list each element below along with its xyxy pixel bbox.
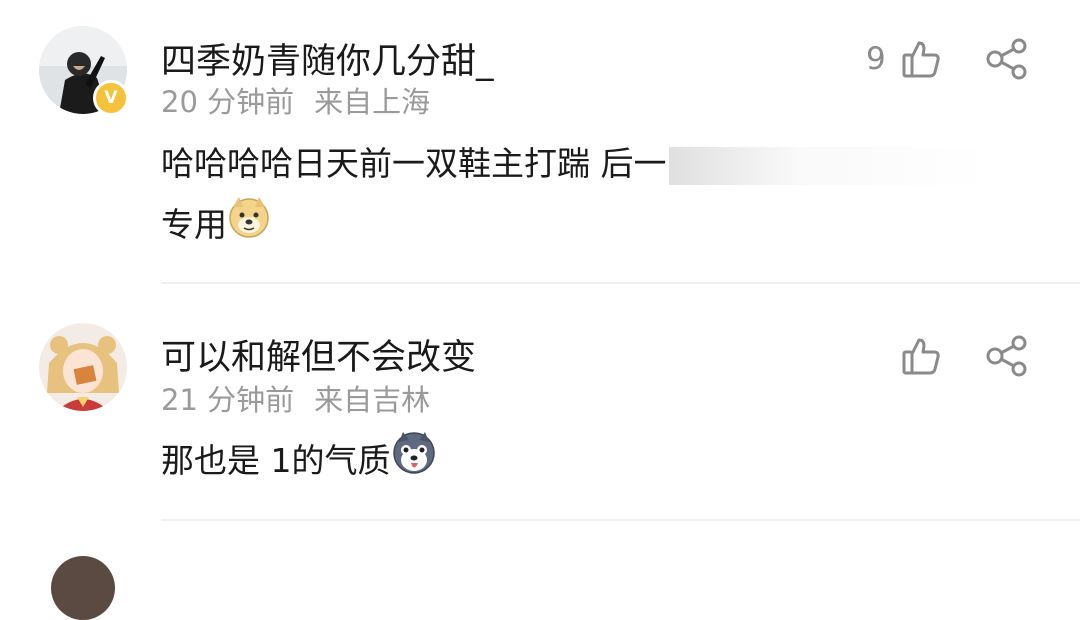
- comment-meta: 20 分钟前 来自上海: [161, 79, 430, 121]
- comment-content: 那也是 1的气质: [161, 430, 437, 495]
- avatar[interactable]: V: [39, 26, 129, 116]
- thumbs-up-icon: [902, 338, 940, 375]
- avatar[interactable]: [51, 556, 115, 620]
- comment-location: 来自吉林: [314, 383, 431, 417]
- avatar-image: [51, 556, 115, 620]
- thumbs-up-icon: [902, 41, 940, 78]
- username[interactable]: 四季奶青随你几分甜_: [161, 33, 494, 84]
- share-button[interactable]: [985, 38, 1031, 84]
- comment-time: 21 分钟前: [161, 383, 295, 417]
- comment-content-line2: 专用: [161, 195, 271, 258]
- doge-emoji-icon: [227, 195, 271, 258]
- avatar[interactable]: [39, 323, 127, 411]
- like-button[interactable]: [900, 335, 942, 381]
- comment-content: 哈哈哈哈日天前一双鞋主打踹 后一: [161, 134, 989, 194]
- divider: [161, 519, 1080, 521]
- verified-badge-icon: V: [93, 80, 129, 116]
- comment-text: 哈哈哈哈日天前一双鞋主打踹 后一: [161, 144, 667, 183]
- comment-item: V 四季奶青随你几分甜_ 20 分钟前 来自上海 9 哈哈哈哈日天前一双鞋主打踹 …: [0, 0, 1080, 284]
- share-icon: [986, 38, 1027, 80]
- comment-time: 20 分钟前: [161, 85, 295, 119]
- comment-location: 来自上海: [314, 85, 431, 119]
- share-icon: [986, 335, 1027, 377]
- blurred-region: [668, 146, 989, 185]
- comment-item: 可以和解但不会改变 21 分钟前 来自吉林 那也是 1的气质: [0, 284, 1080, 520]
- username[interactable]: 可以和解但不会改变: [161, 329, 476, 380]
- avatar-image: [39, 323, 127, 411]
- share-button[interactable]: [985, 335, 1031, 381]
- comment-text: 那也是 1的气质: [161, 441, 391, 480]
- like-count: 9: [866, 41, 886, 77]
- like-button[interactable]: [900, 38, 942, 84]
- comment-text: 专用: [161, 205, 227, 244]
- comment-meta: 21 分钟前 来自吉林: [161, 377, 430, 419]
- husky-emoji-icon: [391, 430, 437, 495]
